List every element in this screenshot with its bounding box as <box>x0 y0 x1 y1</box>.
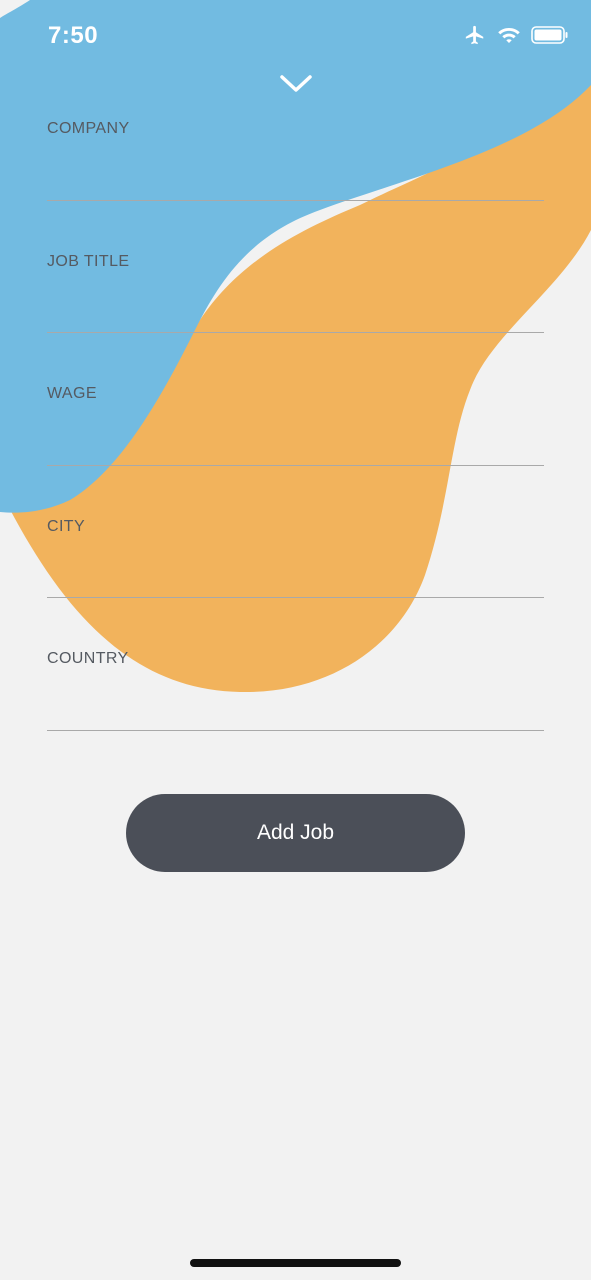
add-job-button[interactable]: Add Job <box>126 794 465 872</box>
job-title-label: JOB TITLE <box>47 252 130 270</box>
status-time: 7:50 <box>48 22 99 49</box>
city-label: CITY <box>47 517 86 535</box>
job-title-input[interactable] <box>47 280 544 325</box>
collapse-button[interactable] <box>275 70 317 102</box>
company-label: COMPANY <box>47 120 130 137</box>
wage-input[interactable] <box>47 413 544 457</box>
wifi-icon <box>497 25 521 50</box>
battery-icon <box>531 25 569 50</box>
status-bar: 7:50 <box>0 0 591 72</box>
wage-field: WAGE <box>47 333 544 466</box>
company-input[interactable] <box>47 148 544 192</box>
airplane-icon <box>463 24 487 51</box>
home-indicator <box>190 1259 401 1267</box>
country-label: COUNTRY <box>47 650 129 667</box>
add-job-form: COMPANY JOB TITLE WAGE CITY COUNTRY <box>47 68 544 731</box>
country-input[interactable] <box>47 678 544 722</box>
city-field: CITY <box>47 466 544 598</box>
status-icons <box>463 24 569 51</box>
job-title-field: JOB TITLE <box>47 201 544 333</box>
wage-label: WAGE <box>47 385 97 402</box>
city-input[interactable] <box>47 545 544 590</box>
chevron-down-icon <box>279 73 313 100</box>
country-field: COUNTRY <box>47 598 544 731</box>
